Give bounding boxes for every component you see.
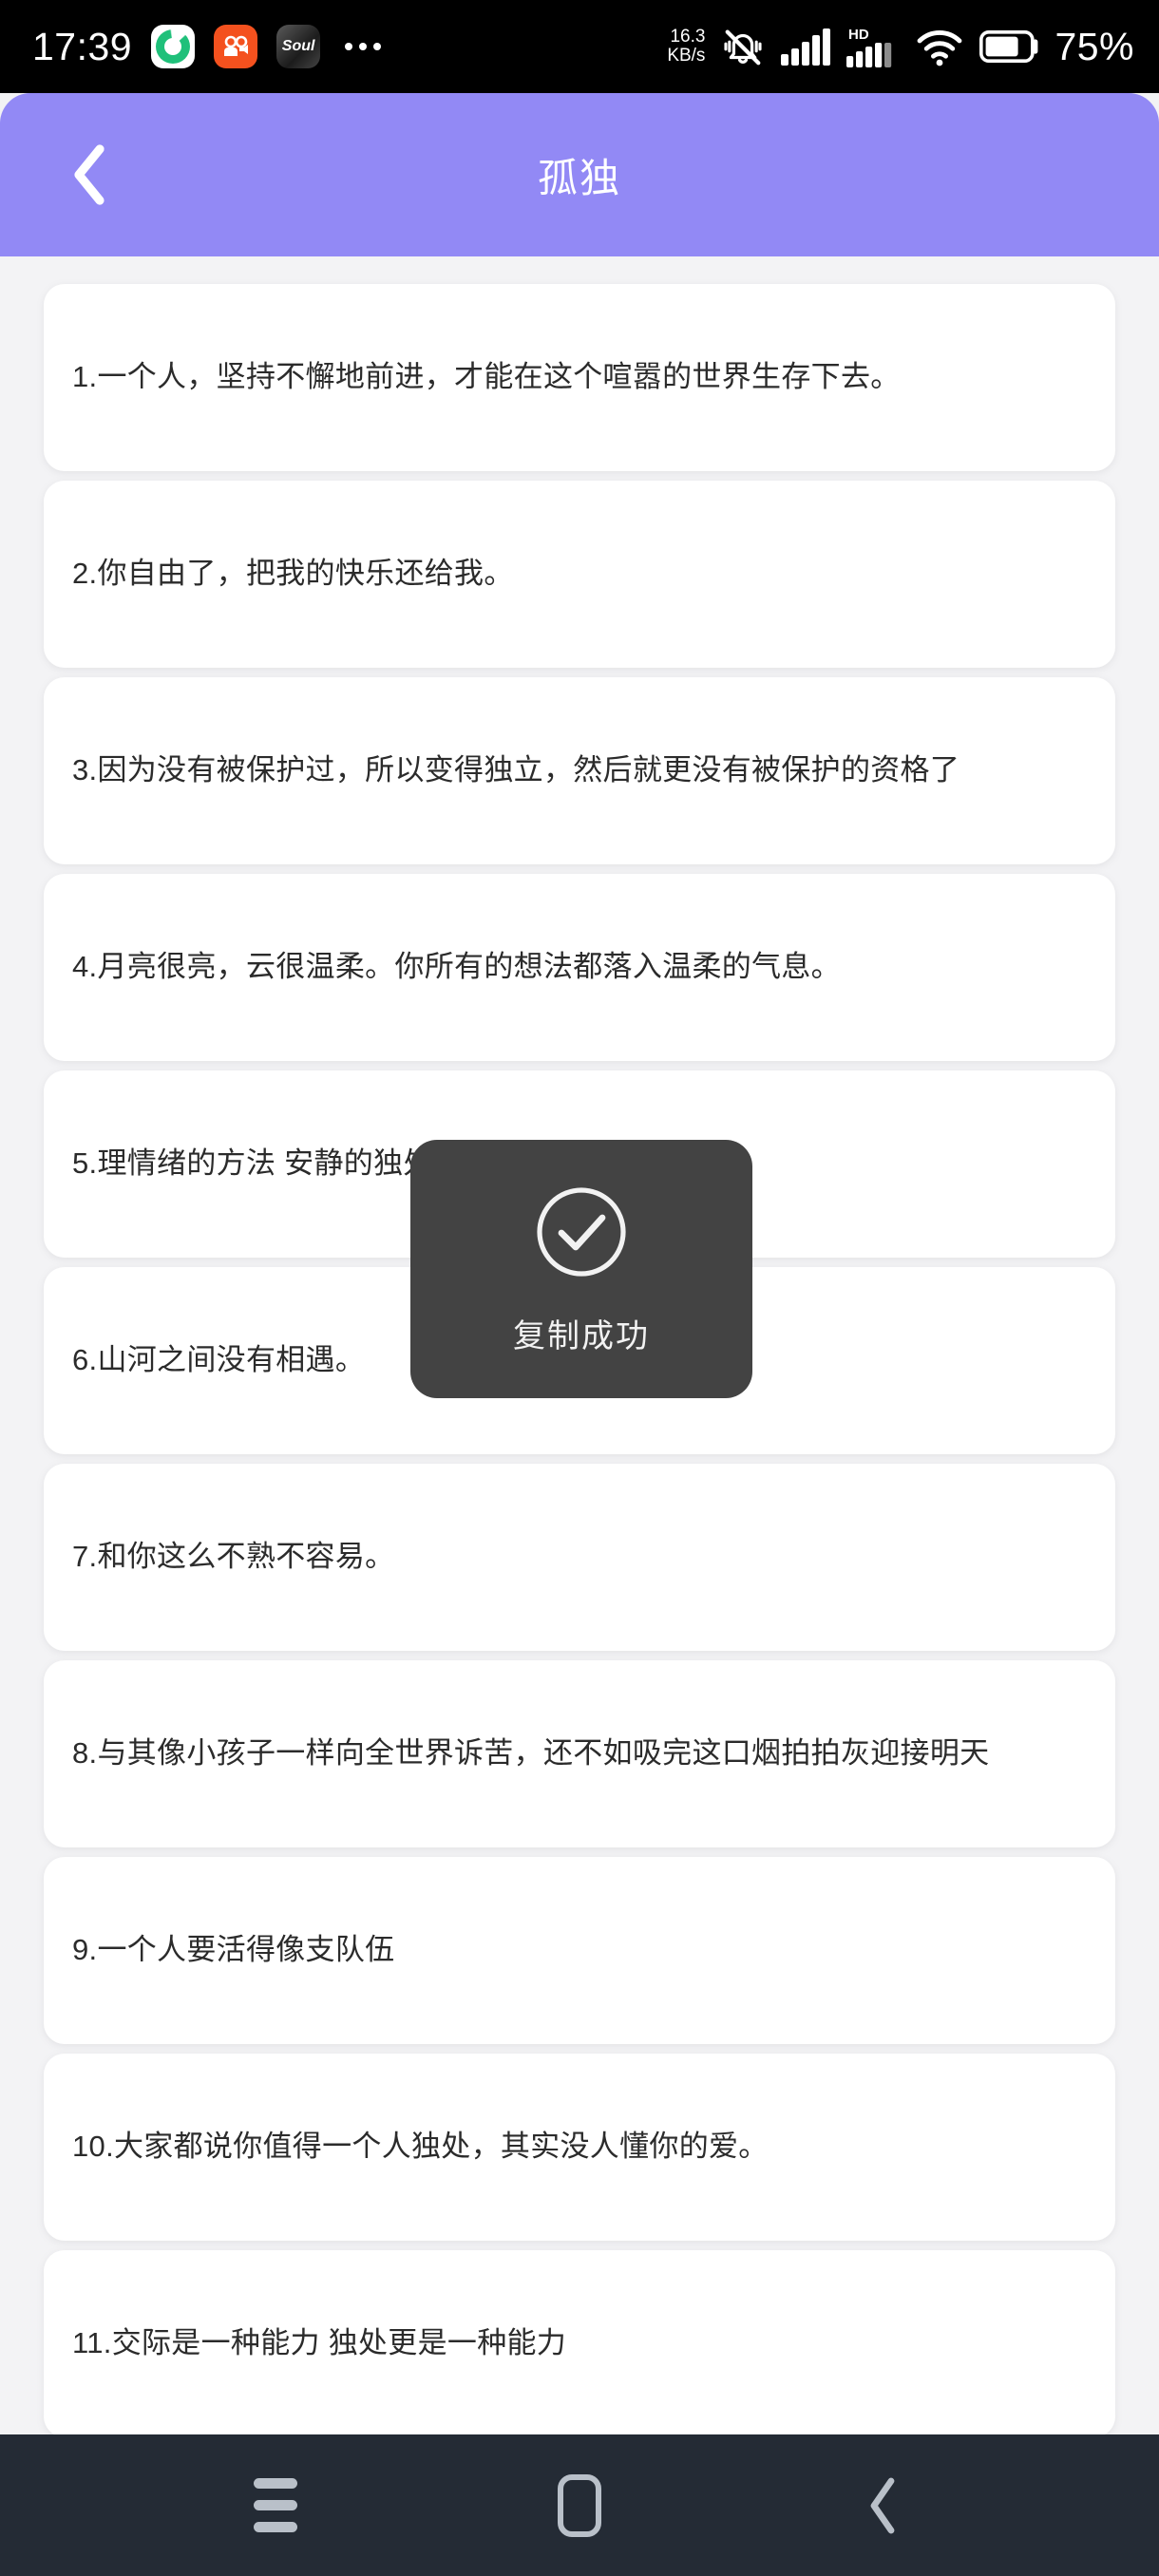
chevron-left-icon [74,144,104,205]
quote-text: 11.交际是一种能力 独处更是一种能力 [72,2326,567,2360]
kuaishou-glyph-icon [224,35,249,56]
quote-text: 4.月亮很亮，云很温柔。你所有的想法都落入温柔的气息。 [72,950,841,984]
battery-icon [979,30,1038,63]
wifi-icon [918,30,962,66]
list-item[interactable]: 2.你自由了，把我的快乐还给我。 [44,481,1115,668]
status-bar-right: 16.3 KB/s HD 75% [667,25,1134,68]
network-speed-unit: KB/s [667,46,706,66]
list-item[interactable]: 10.大家都说你值得一个人独处，其实没人懂你的爱。 [44,2054,1115,2241]
notification-overflow-icon [345,43,382,50]
network-speed-value: 16.3 [670,27,706,47]
signal-bars-icon [781,28,831,66]
toast-message: 复制成功 [513,1317,650,1354]
copy-success-toast: 复制成功 [410,1140,752,1398]
nav-home-button[interactable] [522,2458,636,2553]
list-item[interactable]: 7.和你这么不熟不容易。 [44,1464,1115,1651]
list-item[interactable]: 1.一个人，坚持不懈地前进，才能在这个喧嚣的世界生存下去。 [44,284,1115,471]
status-bar-left: 17:39 Soul [32,24,382,68]
list-item[interactable]: 9.一个人要活得像支队伍 [44,1857,1115,2044]
app-header: 孤独 [0,93,1159,256]
quote-text: 10.大家都说你值得一个人独处，其实没人懂你的爱。 [72,2130,769,2164]
check-circle-icon [537,1186,626,1277]
green-swirl-app-icon [151,25,196,68]
quote-text: 2.你自由了，把我的快乐还给我。 [72,557,514,591]
quote-text: 6.山河之间没有相遇。 [72,1343,366,1377]
list-item[interactable]: 3.因为没有被保护过，所以变得独立，然后就更没有被保护的资格了 [44,677,1115,864]
android-navigation-bar [0,2434,1159,2576]
back-icon [870,2477,895,2533]
quote-text: 8.与其像小孩子一样向全世界诉苦，还不如吸完这口烟拍拍灰迎接明天 [72,1736,990,1771]
status-bar: 17:39 Soul 16.3 KB/s HD 75% [0,0,1159,93]
battery-percent-label: 75% [1054,24,1134,68]
page-title: 孤独 [537,155,621,200]
svg-text:HD: HD [848,27,869,43]
nav-recents-button[interactable] [218,2458,332,2553]
status-clock: 17:39 [32,24,133,68]
recents-icon [254,2478,297,2532]
back-button[interactable] [59,144,120,205]
list-item[interactable]: 4.月亮很亮，云很温柔。你所有的想法都落入温柔的气息。 [44,874,1115,1061]
hd-signal-icon: HD [846,27,892,67]
list-item[interactable]: 8.与其像小孩子一样向全世界诉苦，还不如吸完这口烟拍拍灰迎接明天 [44,1660,1115,1847]
bell-muted-icon [724,29,762,66]
quote-text: 9.一个人要活得像支队伍 [72,1933,395,1967]
soul-app-icon: Soul [276,25,321,68]
quote-text: 1.一个人，坚持不懈地前进，才能在这个喧嚣的世界生存下去。 [72,360,901,394]
quote-text: 3.因为没有被保护过，所以变得独立，然后就更没有被保护的资格了 [72,753,960,787]
kuaishou-app-icon [214,25,258,68]
network-speed-indicator: 16.3 KB/s [667,28,705,66]
list-item[interactable]: 11.交际是一种能力 独处更是一种能力 [44,2250,1115,2434]
quote-text: 7.和你这么不熟不容易。 [72,1540,395,1574]
home-icon [558,2473,601,2537]
nav-back-button[interactable] [826,2458,940,2553]
soul-app-icon-label: Soul [281,38,315,54]
